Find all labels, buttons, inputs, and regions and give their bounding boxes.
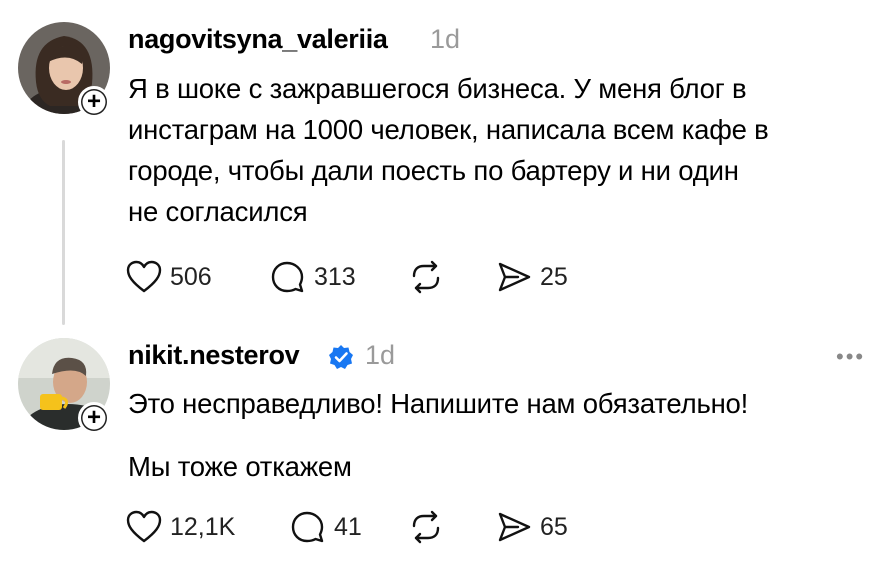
follow-plus-button[interactable]: + — [78, 402, 110, 434]
share-count: 25 — [540, 262, 568, 291]
post-text-line: Это несправедливо! Напишите нам обязател… — [128, 388, 749, 419]
verified-badge-icon — [329, 345, 353, 369]
post-text-line: инстаграм на 1000 человек, написала всем… — [128, 114, 769, 145]
thread-post-2: + nikit.nesterov 1d ••• Это несправедлив… — [0, 330, 892, 562]
repost-button[interactable] — [408, 260, 444, 294]
share-icon — [498, 512, 531, 542]
username[interactable]: nikit.nesterov — [128, 340, 300, 371]
post-text-line: городе, чтобы дали поесть по бартеру и н… — [128, 155, 739, 186]
thread-connector-line — [62, 140, 65, 325]
timestamp: 1d — [430, 24, 461, 54]
heart-icon — [126, 510, 162, 543]
post-text: Я в шоке с зажравшегося бизнеса. У меня … — [128, 68, 769, 232]
like-count: 12,1K — [170, 512, 236, 541]
like-button[interactable]: 12,1K — [126, 510, 235, 544]
share-count: 65 — [540, 512, 568, 541]
like-button[interactable]: 506 — [126, 260, 212, 294]
plus-icon: + — [81, 89, 107, 115]
follow-plus-button[interactable]: + — [78, 86, 110, 118]
like-count: 506 — [170, 262, 212, 291]
comment-button[interactable]: 41 — [290, 510, 362, 544]
username[interactable]: nagovitsyna_valeriia — [128, 24, 388, 55]
post-text-line: Я в шоке с зажравшегося бизнеса. У меня … — [128, 73, 747, 104]
share-button[interactable]: 65 — [496, 510, 568, 544]
more-icon[interactable]: ••• — [836, 344, 865, 370]
repost-button[interactable] — [408, 510, 444, 544]
comment-count: 41 — [334, 512, 362, 541]
post-text-line: не согласился — [128, 196, 308, 227]
repost-icon — [412, 260, 440, 294]
comment-icon — [291, 511, 324, 543]
share-icon — [498, 262, 531, 292]
comment-count: 313 — [314, 262, 356, 291]
repost-icon — [412, 510, 440, 544]
share-button[interactable]: 25 — [496, 260, 568, 294]
post-text-line: Мы тоже откажем — [128, 451, 352, 482]
thread-post-1: + nagovitsyna_valeriia 1d Я в шоке с заж… — [0, 0, 892, 330]
heart-icon — [126, 260, 162, 293]
comment-button[interactable]: 313 — [270, 260, 356, 294]
comment-icon — [271, 261, 304, 293]
timestamp: 1d — [365, 340, 396, 370]
plus-icon: + — [81, 405, 107, 431]
